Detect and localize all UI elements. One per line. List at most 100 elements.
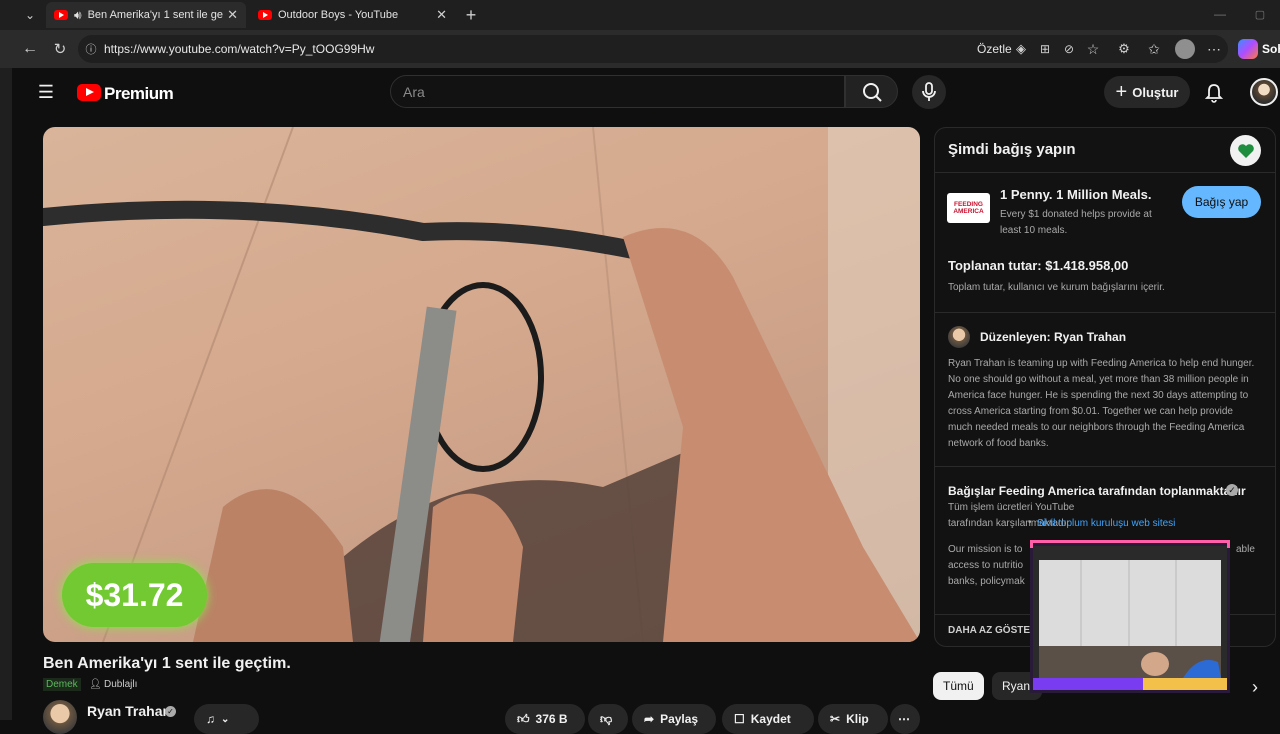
favorite-star-icon[interactable]: ☆ [1084,40,1102,58]
more-horizontal-icon: ⋯ [898,712,910,726]
extensions-icon[interactable]: ⚙ [1115,40,1133,58]
copilot-label[interactable]: Soh [1262,42,1280,56]
panel-divider [934,312,1276,313]
tracking-prevention-icon[interactable]: ⊘ [1060,40,1078,58]
close-tab-icon[interactable]: ✕ [227,7,238,23]
tab-ben-amerika[interactable]: 🔊︎ Ben Amerika'yı 1 sent ile geçti ✕ [46,2,246,28]
channel-name[interactable]: Ryan Trahan [87,703,171,719]
close-tab-icon[interactable]: ✕ [436,7,447,23]
share-button[interactable]: ➦ Paylaş [632,704,716,734]
thumbs-down-icon: 👎︎ [600,711,613,726]
verified-check-icon: ✓ [1226,484,1238,496]
mission-text-tail: able [1236,544,1255,555]
tab-title: Outdoor Boys - YouTube [278,9,399,21]
scissors-icon: ✂ [830,712,841,726]
youtube-favicon-icon [258,10,272,20]
tag-dubbed[interactable]: Dublajlı [104,679,137,690]
search-box[interactable] [390,75,845,108]
organizer-avatar [948,326,970,348]
hamburger-menu-icon[interactable]: ☰ [36,82,56,102]
browser-tab-bar: ⌄ 🔊︎ Ben Amerika'yı 1 sent ile geçti ✕ O… [0,0,1280,30]
window-left-edge [0,68,12,720]
panel-title: Şimdi bağış yapın [948,141,1076,158]
mission-text-line: Our mission is to [948,544,1023,555]
profile-icon[interactable] [1175,39,1195,59]
create-button[interactable]: + Oluştur [1104,76,1190,108]
raised-amount: Toplanan tutar: $1.418.958,00 [948,258,1129,273]
share-icon: ➦ [644,712,655,726]
mission-text-line: access to nutritio [948,560,1024,571]
reload-icon[interactable]: ↻ [50,39,70,59]
save-icon: ☐ [734,712,745,726]
save-label: Kaydet [750,712,791,726]
thumbs-up-icon: 👍︎ [517,711,530,726]
webcam-overlay [1030,543,1230,693]
subscribe-bell-button[interactable]: ♫︎ ⌄ [194,704,259,734]
maximize-icon[interactable]: ▢ [1250,4,1270,24]
like-count: 376 B [535,712,568,726]
clip-label: Klip [846,712,869,726]
ozetle-label[interactable]: Özetle [977,42,1012,56]
tag-demek[interactable]: Demek [43,678,81,691]
address-bar-row: ← ↻ ⓘ https://www.youtube.com/watch?v=Py… [0,30,1280,68]
share-label: Paylaş [660,712,699,726]
price-overlay: $31.72 [62,563,207,627]
youtube-logo-icon[interactable] [77,84,101,101]
panel-divider [934,172,1276,173]
donation-heart-icon [1230,135,1261,166]
search-input[interactable]: Ara [403,84,425,100]
tab-list-chevron-icon[interactable]: ⌄ [20,6,40,24]
campaign-description: Every $1 donated helps provide at least … [1000,209,1152,236]
dubbed-icon: 👤︎ [89,679,102,690]
chevron-right-icon[interactable]: › [1246,676,1264,698]
copilot-icon[interactable] [1238,39,1258,59]
apps-grid-icon[interactable]: ⊞ [1036,40,1054,58]
channel-verified-icon: ✓ [165,706,176,717]
speaker-icon: 🔊︎ [74,7,82,22]
plus-icon: + [1115,80,1128,103]
panel-divider [934,466,1276,467]
like-button[interactable]: 👍︎ 376 B [505,704,585,734]
webcam-feed [1033,546,1227,690]
youtube-favicon-icon [54,10,68,20]
collected-by-label: Bağışlar Feeding America tarafından topl… [948,484,1246,498]
microphone-icon [922,82,936,101]
url-text[interactable]: https://www.youtube.com/watch?v=Py_tOOG9… [104,42,374,56]
show-less-button[interactable]: DAHA AZ GÖSTE [948,625,1030,636]
summarize-icon[interactable]: ◈ [1012,40,1030,58]
chevron-down-icon: ⌄ [221,713,230,725]
mission-text-line: banks, policymak [948,576,1025,587]
feeding-america-logo: FEEDING AMERICA [947,193,990,223]
campaign-title: 1 Penny. 1 Million Meals. [1000,187,1152,202]
save-button[interactable]: ☐ Kaydet [722,704,814,734]
more-actions-button[interactable]: ⋯ [890,704,920,734]
user-avatar[interactable] [1250,78,1278,106]
back-icon[interactable]: ← [20,39,40,59]
nonprofit-website-link[interactable]: Sivil toplum kuruluşu web sitesi [1037,518,1175,529]
search-button[interactable] [845,75,898,108]
create-label: Oluştur [1132,84,1179,100]
more-menu-icon[interactable]: ⋯ [1205,39,1223,59]
tab-outdoor-boys[interactable]: Outdoor Boys - YouTube ✕ [250,2,455,28]
favorites-icon[interactable]: ✩ [1145,40,1163,58]
new-tab-icon[interactable]: + [461,4,481,26]
bell-icon: ♫︎ [206,712,215,726]
filter-chip-all[interactable]: Tümü [933,672,984,700]
video-title: Ben Amerika'yı 1 sent ile geçtim. [43,655,291,672]
search-icon [863,83,882,102]
raised-note: Toplam tutar, kullanıcı ve kurum bağışla… [948,282,1165,293]
dislike-button[interactable]: 👎︎ [588,704,628,734]
notifications-bell-icon[interactable] [1204,82,1224,104]
tab-title: Ben Amerika'yı 1 sent ile geçti [87,9,223,21]
youtube-premium-logo-text[interactable]: Premium [104,84,174,104]
clip-button[interactable]: ✂ Klip [818,704,888,734]
organizer-label: Düzenleyen: Ryan Trahan [980,330,1127,344]
campaign-long-description: Ryan Trahan is teaming up with Feeding A… [948,358,1255,449]
donate-button[interactable]: Bağış yap [1182,186,1261,218]
minimize-icon[interactable]: — [1210,4,1230,24]
bullet-separator: • [1028,517,1032,528]
channel-avatar[interactable] [43,700,77,734]
site-info-icon[interactable]: ⓘ [84,40,98,58]
webcam-frame-accent [1030,540,1230,548]
voice-search-button[interactable] [912,75,946,109]
